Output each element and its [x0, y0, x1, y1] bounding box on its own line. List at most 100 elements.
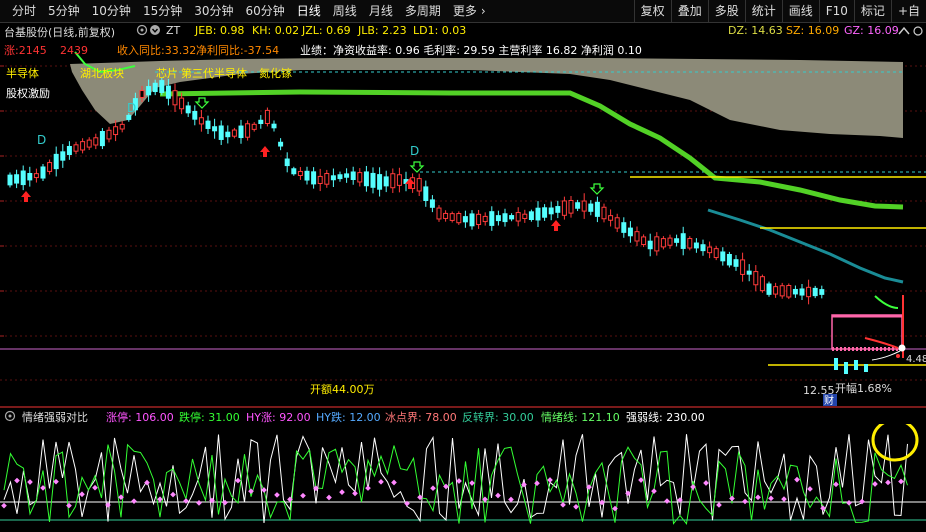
jlb-value: JLB: 2.23	[358, 24, 407, 37]
candle-body	[561, 200, 567, 216]
limit-up-dot	[781, 496, 787, 502]
limit-up-dot	[469, 480, 475, 486]
limit-up-dot	[885, 479, 891, 486]
multi-stock-button[interactable]: 多股	[707, 0, 745, 22]
candle-body	[449, 213, 455, 221]
candle-body	[317, 175, 323, 184]
limit-up-dot	[534, 480, 540, 487]
limit-up-dot	[755, 494, 761, 501]
candle-body	[126, 114, 132, 120]
tab-fenshi[interactable]: 分时	[6, 0, 42, 22]
equity-incentive-tag: 股权激励	[6, 86, 50, 100]
limit-up-dot	[365, 485, 371, 491]
candle-body	[192, 110, 198, 120]
candle-body	[660, 238, 666, 248]
candle-body	[251, 123, 257, 130]
candle-body	[377, 174, 383, 190]
tab-15min[interactable]: 15分钟	[137, 0, 188, 22]
concept-tag: 湖北板块	[80, 66, 124, 80]
tab-daily[interactable]: 日线	[291, 0, 327, 22]
candle-body	[733, 259, 739, 267]
candle-body	[14, 174, 20, 184]
pink-signal-box	[831, 295, 906, 361]
limit-up-dot	[14, 477, 20, 484]
hy-up-value: HY涨: 92.00	[246, 411, 311, 424]
main-kline-chart[interactable]: D D D 涨:2145 2439 收入同比:33.32 净利同比:-37.54…	[0, 40, 926, 406]
restore-rights-button[interactable]: 复权	[633, 0, 671, 22]
business-metrics: 业绩：净资收益率: 0.96 毛利率: 29.59 主营利率 16.82 净利润…	[300, 43, 642, 57]
gz-value: GZ: 16.09	[844, 24, 899, 37]
collapse-icon[interactable]	[896, 23, 926, 39]
candle-body	[99, 131, 105, 147]
candle-body	[330, 175, 336, 181]
candle-body	[476, 213, 482, 226]
candle-body	[324, 173, 330, 185]
candle-body	[212, 126, 218, 132]
add-watchlist-button[interactable]: +自	[890, 0, 926, 22]
candle-body	[231, 129, 237, 137]
gear-icon[interactable]	[136, 23, 162, 37]
limit-up-dot	[872, 481, 878, 487]
candle-body	[779, 285, 785, 297]
sub-settings-icon[interactable]	[4, 410, 16, 422]
candle-body	[528, 211, 534, 221]
period-toolbar: 分时 5分钟 10分钟 15分钟 30分钟 60分钟 日线 周线 月线 多周期 …	[0, 0, 926, 23]
sentiment-subchart[interactable]	[0, 424, 926, 532]
tab-5min[interactable]: 5分钟	[42, 0, 86, 22]
candle-body	[555, 206, 561, 213]
hy-down-value: HY跌: 12.00	[316, 411, 381, 424]
finance-badge[interactable]: 财	[824, 394, 834, 406]
candle-body	[522, 213, 528, 219]
limit-up-dot	[729, 495, 735, 502]
tab-more[interactable]: 更多 ›	[447, 0, 492, 22]
candle-body	[489, 211, 495, 226]
tab-60min[interactable]: 60分钟	[240, 0, 291, 22]
rank-up-label: 涨:2145	[4, 44, 47, 57]
revenue-yoy-label: 收入同比:33.32	[117, 43, 196, 57]
overlay-button[interactable]: 叠加	[670, 0, 708, 22]
candle-body	[575, 202, 581, 209]
limit-up-dot	[131, 498, 137, 505]
candle-body	[185, 105, 191, 114]
limit-up-dot	[391, 479, 397, 486]
candle-body	[462, 216, 468, 223]
sub-indicator-header: 情绪强弱对比 涨停: 106.00 跌停: 31.00 HY涨: 92.00 H…	[0, 408, 926, 424]
tab-multi-period[interactable]: 多周期	[399, 0, 447, 22]
candle-body	[159, 80, 165, 93]
limit-up-dot	[846, 499, 852, 506]
limit-up-dot	[547, 477, 553, 483]
volume-label: 开额44.00万	[310, 383, 375, 396]
limit-up-dot	[300, 492, 306, 499]
tab-10min[interactable]: 10分钟	[86, 0, 137, 22]
statistics-button[interactable]: 统计	[744, 0, 782, 22]
tab-30min[interactable]: 30分钟	[188, 0, 239, 22]
candle-body	[40, 166, 46, 179]
candle-body	[844, 362, 848, 374]
settings-icons[interactable]	[136, 23, 162, 37]
limit-up-dot	[573, 503, 579, 510]
candle-body	[146, 86, 152, 96]
candle-body	[60, 151, 66, 161]
f10-button[interactable]: F10	[818, 0, 854, 22]
candle-body	[113, 126, 119, 136]
mark-button[interactable]: 标记	[853, 0, 891, 22]
candle-body	[198, 117, 204, 125]
candle-body	[740, 259, 746, 275]
limit-up-dot	[66, 502, 72, 509]
reversal-value: 反转界: 30.00	[462, 411, 534, 424]
draw-line-button[interactable]: 画线	[781, 0, 819, 22]
candle-body	[245, 123, 251, 138]
candle-body	[502, 213, 508, 223]
limit-up-dot	[807, 486, 813, 492]
candle-body	[27, 172, 33, 181]
candle-body	[205, 120, 211, 129]
candle-body	[119, 123, 125, 130]
candle-body	[73, 144, 79, 152]
candle-body	[86, 139, 92, 148]
limit-up-dot	[651, 488, 657, 494]
candle-body	[53, 153, 59, 170]
tab-monthly[interactable]: 月线	[363, 0, 399, 22]
candle-body	[297, 170, 303, 176]
window-controls[interactable]	[896, 23, 926, 39]
tab-weekly[interactable]: 周线	[327, 0, 363, 22]
